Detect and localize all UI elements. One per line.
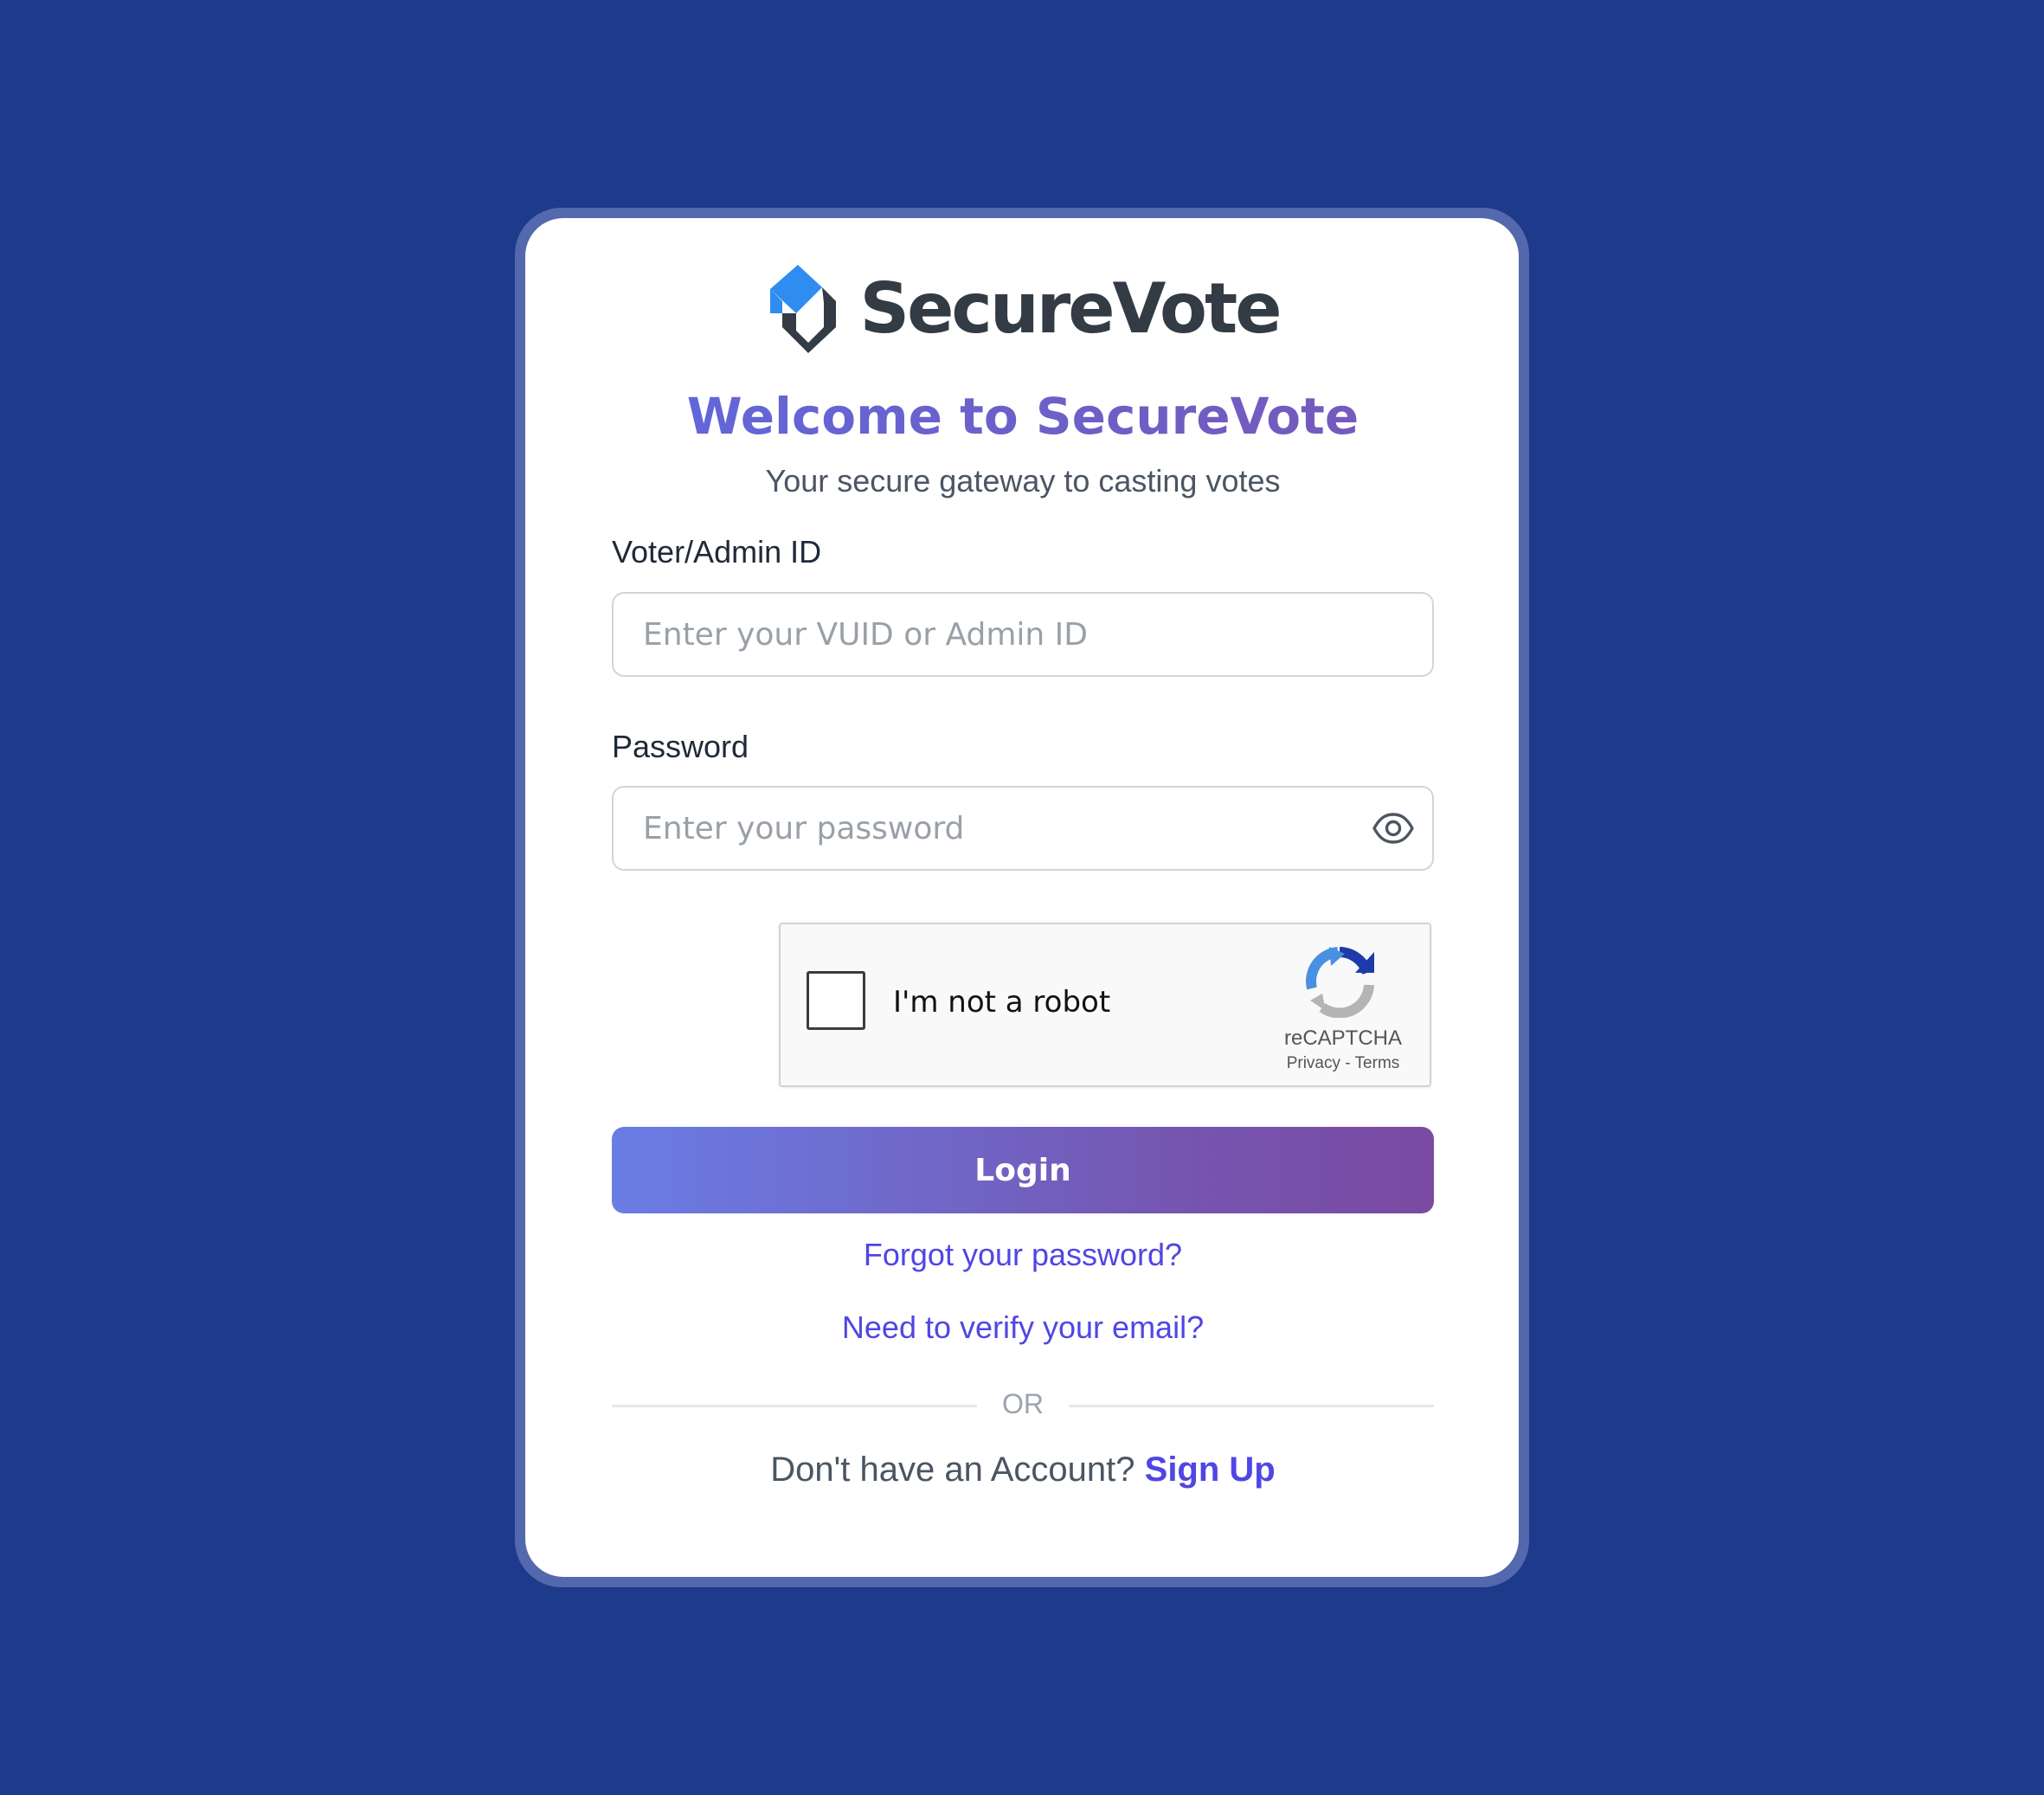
- brand-name: SecureVote: [859, 267, 1282, 349]
- voter-id-label: Voter/Admin ID: [612, 534, 822, 569]
- recaptcha-privacy-link[interactable]: Privacy: [1287, 1054, 1340, 1072]
- login-card: SecureVote Welcome to SecureVote Your se…: [525, 218, 1519, 1577]
- recaptcha-label: I'm not a robot: [893, 985, 1111, 1020]
- recaptcha-terms-link[interactable]: Terms: [1355, 1054, 1400, 1072]
- signup-prompt: Don't have an Account? Sign Up: [612, 1451, 1434, 1489]
- recaptcha-links: Privacy - Terms: [1265, 1054, 1421, 1073]
- recaptcha-checkbox[interactable]: [807, 971, 865, 1030]
- securevote-logo-icon: [767, 263, 839, 353]
- divider-line-right: [1069, 1405, 1434, 1407]
- voter-id-input[interactable]: [612, 592, 1434, 677]
- recaptcha-brand: reCAPTCHA: [1283, 1026, 1403, 1050]
- verify-email-link[interactable]: Need to verify your email?: [612, 1309, 1434, 1346]
- brand-logo: SecureVote: [612, 263, 1434, 353]
- forgot-password-link[interactable]: Forgot your password?: [612, 1237, 1434, 1273]
- signup-prompt-text: Don't have an Account?: [770, 1451, 1145, 1489]
- or-divider: OR: [612, 1388, 1434, 1423]
- recaptcha-widget: I'm not a robot reCAPTCHA Privacy - Term…: [779, 923, 1431, 1087]
- signup-link[interactable]: Sign Up: [1145, 1451, 1276, 1489]
- page-title: Welcome to SecureVote: [612, 387, 1434, 446]
- password-label: Password: [612, 729, 749, 764]
- recaptcha-icon: [1305, 947, 1374, 1022]
- eye-icon[interactable]: [1372, 812, 1415, 845]
- login-card-border: SecureVote Welcome to SecureVote Your se…: [515, 208, 1529, 1587]
- password-input[interactable]: [612, 786, 1434, 871]
- page-subtitle: Your secure gateway to casting votes: [765, 463, 1281, 499]
- login-button[interactable]: Login: [612, 1127, 1434, 1213]
- recaptcha-link-separator: -: [1340, 1054, 1355, 1072]
